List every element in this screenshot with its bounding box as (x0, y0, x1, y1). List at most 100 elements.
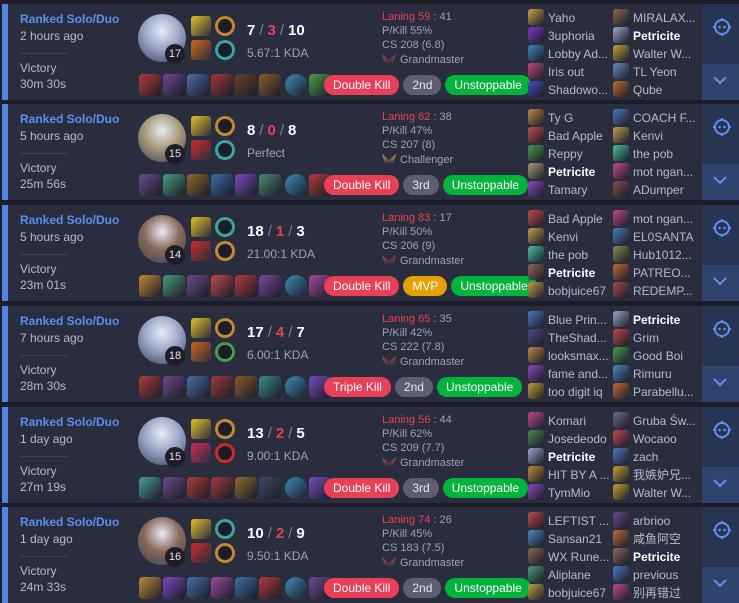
item-icon[interactable] (211, 477, 233, 499)
player-name[interactable]: Komari (548, 414, 586, 428)
item-icon[interactable] (139, 376, 161, 398)
player-entry[interactable]: Iris out (528, 63, 614, 81)
player-name[interactable]: Petricite (548, 266, 595, 280)
player-entry[interactable]: Petricite (528, 163, 614, 181)
item-icon[interactable] (235, 577, 257, 599)
player-entry[interactable]: ADumper (613, 181, 699, 199)
player-entry[interactable]: Blue Prin... (528, 311, 614, 329)
item-icon[interactable] (211, 275, 233, 297)
player-name[interactable]: HIT BY A ... (548, 468, 610, 482)
player-entry[interactable]: previous (613, 566, 699, 584)
item-icon[interactable] (235, 376, 257, 398)
player-name[interactable]: LEFTIST ... (548, 514, 609, 528)
item-icon[interactable] (163, 577, 185, 599)
player-name[interactable]: Parabellu... (633, 385, 694, 399)
player-entry[interactable]: Kenvi (613, 127, 699, 145)
player-name[interactable]: mot ngan... (633, 212, 693, 226)
player-entry[interactable]: Parabellu... (613, 383, 699, 401)
player-name[interactable]: Reppy (548, 147, 583, 161)
item-icon[interactable] (163, 275, 185, 297)
item-icon[interactable] (187, 174, 209, 196)
summoner-spell-2-icon[interactable] (191, 342, 211, 362)
item-icon[interactable] (259, 275, 281, 297)
player-entry[interactable]: Wocaoo (613, 430, 699, 448)
summoner-spell-1-icon[interactable] (191, 116, 211, 136)
player-name[interactable]: fame and... (548, 367, 608, 381)
player-entry[interactable]: Good Boi (613, 347, 699, 365)
player-entry[interactable]: Petricite (528, 448, 614, 466)
item-icon[interactable] (139, 174, 161, 196)
ai-analysis-icon[interactable] (711, 419, 733, 441)
player-entry[interactable]: 咸鱼阿空 (613, 530, 699, 548)
player-entry[interactable]: Gruba Św... (613, 412, 699, 430)
player-entry[interactable]: Yaho (528, 9, 614, 27)
summoner-spell-2-icon[interactable] (191, 40, 211, 60)
player-entry[interactable]: 3uphoria (528, 27, 614, 45)
item-icon[interactable] (259, 74, 281, 96)
player-name[interactable]: 咸鱼阿空 (633, 532, 681, 546)
player-name[interactable]: Kenvi (548, 230, 578, 244)
player-name[interactable]: Wocaoo (633, 432, 677, 446)
item-icon[interactable] (211, 74, 233, 96)
player-name[interactable]: Petricite (548, 450, 595, 464)
item-icon[interactable] (259, 174, 281, 196)
player-name[interactable]: Bad Apple (548, 212, 603, 226)
secondary-rune-icon[interactable] (215, 543, 235, 563)
player-name[interactable]: TymMio (548, 486, 590, 500)
item-icon[interactable] (235, 275, 257, 297)
player-entry[interactable]: 别再错过 (613, 584, 699, 602)
player-entry[interactable]: arbrioo (613, 512, 699, 530)
keystone-rune-icon[interactable] (215, 318, 235, 338)
ai-analysis-icon[interactable] (711, 318, 733, 340)
summoner-spell-2-icon[interactable] (191, 443, 211, 463)
player-name[interactable]: 我嫉妒兄... (633, 468, 691, 482)
player-entry[interactable]: Bad Apple (528, 210, 614, 228)
trinket-icon[interactable] (285, 275, 307, 297)
player-entry[interactable]: Aliplane (528, 566, 614, 584)
item-icon[interactable] (163, 477, 185, 499)
player-name[interactable]: Tamary (548, 183, 587, 197)
player-entry[interactable]: the pob (528, 246, 614, 264)
player-entry[interactable]: the pob (613, 145, 699, 163)
player-entry[interactable]: Grim (613, 329, 699, 347)
item-icon[interactable] (211, 577, 233, 599)
player-name[interactable]: looksmax... (548, 349, 609, 363)
item-icon[interactable] (187, 275, 209, 297)
player-entry[interactable]: REDEMP... (613, 282, 699, 300)
expand-chevron-icon[interactable] (713, 376, 727, 387)
summoner-spell-2-icon[interactable] (191, 241, 211, 261)
player-name[interactable]: Rimuru (633, 367, 672, 381)
item-icon[interactable] (163, 74, 185, 96)
item-icon[interactable] (211, 376, 233, 398)
player-name[interactable]: TheShad... (548, 331, 607, 345)
item-icon[interactable] (163, 376, 185, 398)
player-name[interactable]: arbrioo (633, 514, 670, 528)
item-icon[interactable] (163, 174, 185, 196)
player-entry[interactable]: Walter W... (613, 45, 699, 63)
player-name[interactable]: TL Yeon (633, 65, 677, 79)
player-entry[interactable]: bobjuice67 (528, 584, 614, 602)
item-icon[interactable] (187, 376, 209, 398)
player-entry[interactable]: Rimuru (613, 365, 699, 383)
player-name[interactable]: Ty G (548, 111, 573, 125)
player-name[interactable]: Bad Apple (548, 129, 603, 143)
summoner-spell-1-icon[interactable] (191, 16, 211, 36)
summoner-spell-2-icon[interactable] (191, 543, 211, 563)
expand-chevron-icon[interactable] (713, 477, 727, 488)
player-entry[interactable]: looksmax... (528, 347, 614, 365)
trinket-icon[interactable] (285, 577, 307, 599)
expand-chevron-icon[interactable] (713, 74, 727, 85)
player-entry[interactable]: Lobby Ad... (528, 45, 614, 63)
player-entry[interactable]: Sansan21 (528, 530, 614, 548)
item-icon[interactable] (187, 577, 209, 599)
player-name[interactable]: Walter W... (633, 47, 691, 61)
trinket-icon[interactable] (285, 477, 307, 499)
player-name[interactable]: MIRALAX... (633, 11, 696, 25)
player-name[interactable]: Qube (633, 83, 662, 97)
player-entry[interactable]: Komari (528, 412, 614, 430)
item-icon[interactable] (211, 174, 233, 196)
player-name[interactable]: Aliplane (548, 568, 591, 582)
item-icon[interactable] (259, 477, 281, 499)
player-name[interactable]: bobjuice67 (548, 284, 606, 298)
player-name[interactable]: Blue Prin... (548, 313, 607, 327)
